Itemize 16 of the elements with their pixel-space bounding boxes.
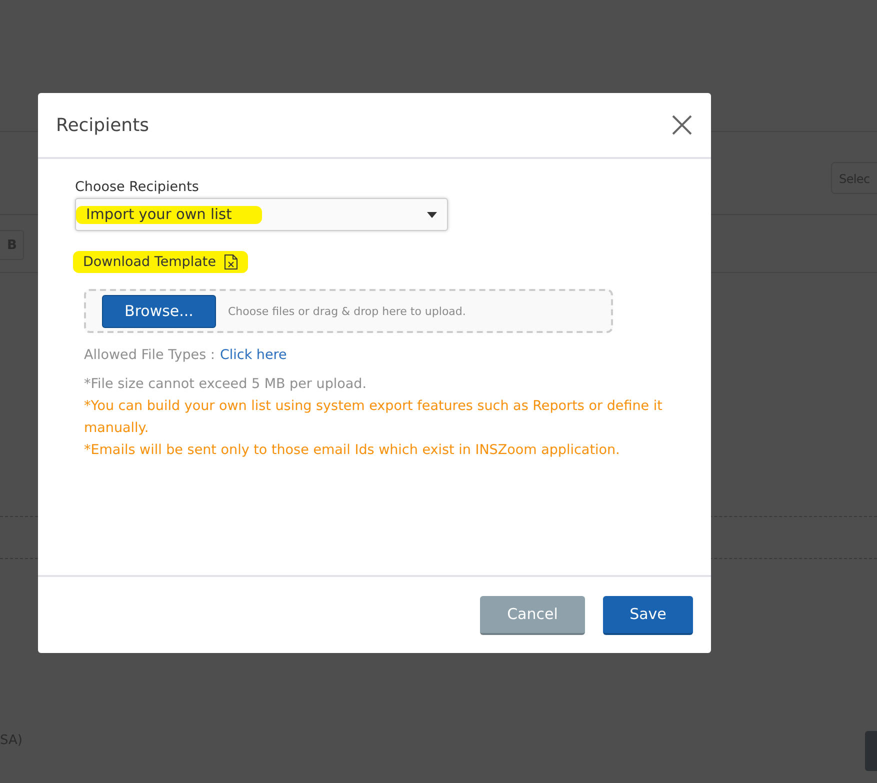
note-text: *File size cannot exceed 5 MB per upload. xyxy=(84,375,368,394)
browse-button[interactable]: Browse... xyxy=(102,294,216,328)
note-text: *You can build your own list using system export features such as Reports or define it manually. xyxy=(84,397,664,438)
recipients-dropdown[interactable]: Import your own list xyxy=(75,198,448,231)
close-icon[interactable] xyxy=(671,114,693,136)
save-button[interactable]: Save xyxy=(603,596,693,634)
allowed-types-label: Allowed File Types : xyxy=(84,347,215,363)
drop-hint: Choose files or drag & drop here to upload. xyxy=(228,304,466,318)
spreadsheet-file-icon xyxy=(224,254,238,270)
download-template-link[interactable]: Download Template xyxy=(73,251,248,273)
caret-icon xyxy=(427,212,437,218)
dialog-title: Recipients xyxy=(56,114,150,136)
note-text: *Emails will be sent only to those email Ids which exist in INSZoom application. xyxy=(84,441,621,460)
file-drop-zone[interactable]: Browse... Choose files or drag & drop here to upload. xyxy=(84,289,613,333)
field-label: Choose Recipients xyxy=(75,179,200,195)
click-here-link[interactable]: Click here xyxy=(220,347,287,363)
